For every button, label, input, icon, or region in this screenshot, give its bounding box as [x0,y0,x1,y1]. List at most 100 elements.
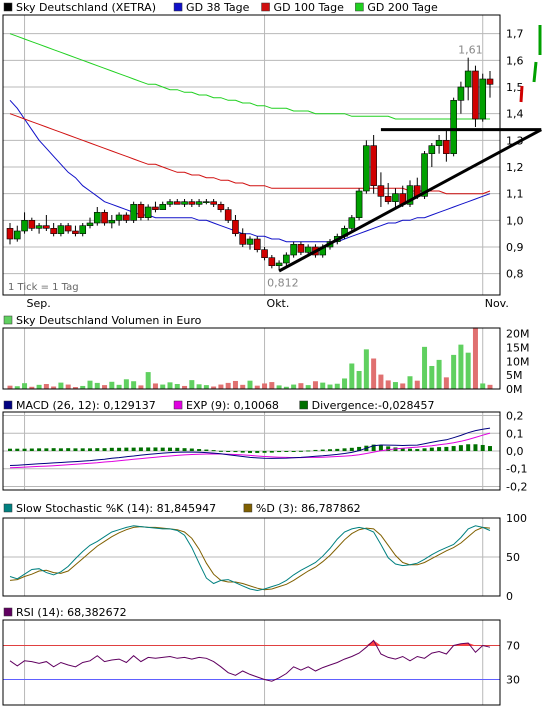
candle-down [43,225,50,229]
volume-bar [65,384,71,389]
divergence-bar [102,448,107,451]
divergence-bar [15,448,20,451]
divergence-bar [277,451,282,453]
y-tick-label: 0,2 [506,410,524,423]
divergence-bar [182,448,187,451]
volume-bar [392,382,398,389]
divergence-bar [146,447,151,451]
volume-bar [203,385,209,389]
candle-down [232,220,239,234]
candle-down [173,201,181,205]
divergence-bar [349,447,354,451]
candle-down [101,212,108,224]
volume-bar [363,349,369,389]
legend-swatch [173,2,183,12]
candle-up [290,244,297,256]
legend-label: Sky Deutschland Volumen in Euro [16,314,202,327]
divergence-bar [335,448,340,451]
candle-down [443,140,450,154]
volume-bar [356,370,362,389]
volume-panel: Sky Deutschland Volumen in Euro 0M5M10M15… [3,314,530,396]
legend-swatch [3,400,13,410]
candle-up [435,140,443,146]
volume-bar [334,383,340,389]
y-tick-label: 0,9 [506,241,524,254]
y-tick-label: 1,0 [506,214,524,227]
candle-down [297,244,305,253]
volume-bar [160,384,166,389]
divergence-bar [29,448,34,451]
divergence-bar [415,449,420,451]
legend-label: EXP (9): 0,10068 [186,399,279,412]
divergence-bar [66,448,71,451]
trend-line [278,128,542,273]
volume-bar [342,378,348,389]
candle-down [123,214,130,221]
volume-bar [320,382,326,389]
legend-label: Slow Stochastic %K (14): 81,845947 [16,502,216,515]
candle-down [370,145,377,186]
chart-root: Sky Deutschland (XETRA) GD 38 Tage GD 100 … [0,0,545,710]
candle-up [275,262,283,266]
divergence-bar [248,451,252,453]
x-tick-label: Sep. [27,297,51,310]
legend-swatch [3,503,13,513]
candle-up [181,201,188,205]
divergence-bar [124,447,129,451]
y-tick-label: 20M [506,328,530,341]
divergence-bar [458,445,463,451]
volume-bar [36,384,42,389]
volume-bar [291,384,297,389]
legend-swatch [261,2,270,12]
volume-bar [196,384,202,389]
divergence-bar [298,450,303,452]
candle-down [210,201,217,205]
volume-bar [225,382,231,389]
volume-bar [109,381,115,389]
tick-footnote: 1 Tick = 1 Tag [8,282,79,293]
volume-bar [189,380,195,389]
legend-swatch [3,2,13,12]
divergence-bar [408,448,412,451]
legend-label: Sky Deutschland (XETRA) [16,1,156,14]
divergence-bar [44,448,49,451]
volume-bar [152,383,158,389]
volume-bar [385,380,391,389]
divergence-bar [131,447,136,451]
volume-bar [269,382,275,389]
rsi-panel: RSI (14): 68,382672 30 70 [3,606,520,705]
candle-up [86,222,94,226]
candle-down [384,196,392,202]
volume-bar [472,327,478,389]
candle-up [457,86,465,101]
y-tick-label: 1,7 [506,28,524,41]
x-tick-label: Okt. [267,297,290,310]
volume-bar [407,376,413,389]
y-tick-label: 50 [506,551,520,564]
candle-down [137,204,145,218]
candle-up [79,225,87,234]
volume-bar [480,383,486,389]
y-tick-label: 30 [506,674,520,687]
divergence-bar [444,446,449,451]
rsi-overbought-fill [10,640,490,646]
rsi-panel-frame [2,619,501,706]
y-tick-label: 0,0 [506,445,524,458]
candle-up [57,225,65,234]
volume-bar [174,384,180,389]
divergence-bar [313,449,318,451]
divergence-bar [429,447,434,451]
y-tick-label: 1,6 [506,54,524,67]
y-tick-label: 0,8 [506,268,524,281]
divergence-bar [211,450,216,452]
volume-bar [116,384,122,389]
volume-bar [487,384,493,389]
divergence-bar [284,451,289,452]
volume-bar [465,352,471,389]
candle-down [268,257,276,266]
divergence-bar [153,447,158,451]
candle-up [159,204,167,210]
candle-up [144,206,152,218]
candle-down [261,249,268,258]
divergence-bar [22,448,27,451]
